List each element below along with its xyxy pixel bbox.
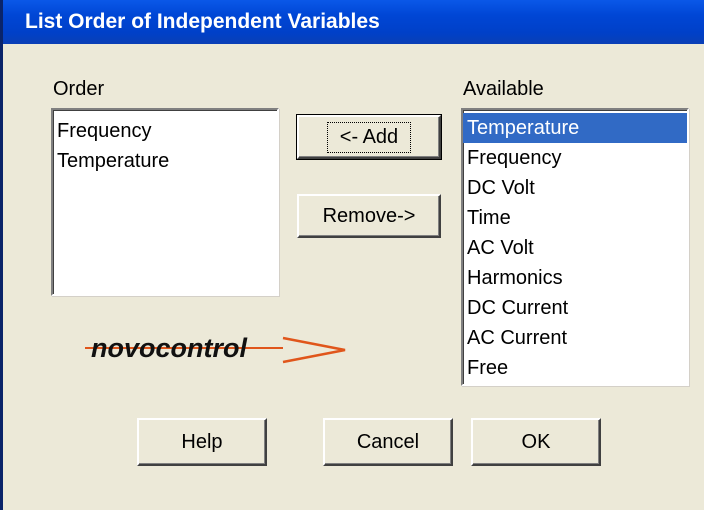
ok-button-label: OK	[521, 430, 551, 453]
order-list-item[interactable]: Frequency	[53, 116, 277, 146]
available-list-item[interactable]: DC Volt	[463, 173, 687, 203]
help-button-label: Help	[181, 430, 223, 453]
available-list-item[interactable]: Harmonics	[463, 263, 687, 293]
add-button[interactable]: <- Add	[296, 114, 442, 160]
novocontrol-logo: novocontrol	[85, 333, 346, 364]
available-list-item[interactable]: Temperature	[463, 113, 687, 143]
available-list-item[interactable]: AC Volt	[463, 233, 687, 263]
available-list-item[interactable]: Free	[463, 353, 687, 383]
ok-button[interactable]: OK	[471, 418, 601, 466]
window-title: List Order of Independent Variables	[25, 10, 380, 33]
available-list-item[interactable]: Frequency	[463, 143, 687, 173]
available-list-item[interactable]: Time	[463, 203, 687, 233]
help-button[interactable]: Help	[137, 418, 267, 466]
remove-button[interactable]: Remove->	[297, 194, 441, 238]
remove-button-label: Remove->	[322, 204, 416, 227]
add-button-label: <- Add	[326, 121, 412, 153]
cancel-button[interactable]: Cancel	[323, 418, 453, 466]
available-list-item[interactable]: DC Current	[463, 293, 687, 323]
arrow-logo-icon	[282, 336, 346, 364]
order-list-item[interactable]: Temperature	[53, 146, 277, 176]
available-listbox[interactable]: Temperature Frequency DC Volt Time AC Vo…	[461, 108, 689, 386]
available-label: Available	[463, 78, 544, 100]
logo-text: novocontrol	[91, 333, 247, 363]
order-listbox[interactable]: Frequency Temperature	[51, 108, 279, 296]
title-bar[interactable]: List Order of Independent Variables	[3, 0, 704, 44]
order-label: Order	[53, 78, 105, 100]
dialog-window: List Order of Independent Variables Orde…	[0, 0, 704, 510]
available-list-item[interactable]: AC Current	[463, 323, 687, 353]
cancel-button-label: Cancel	[356, 430, 420, 453]
